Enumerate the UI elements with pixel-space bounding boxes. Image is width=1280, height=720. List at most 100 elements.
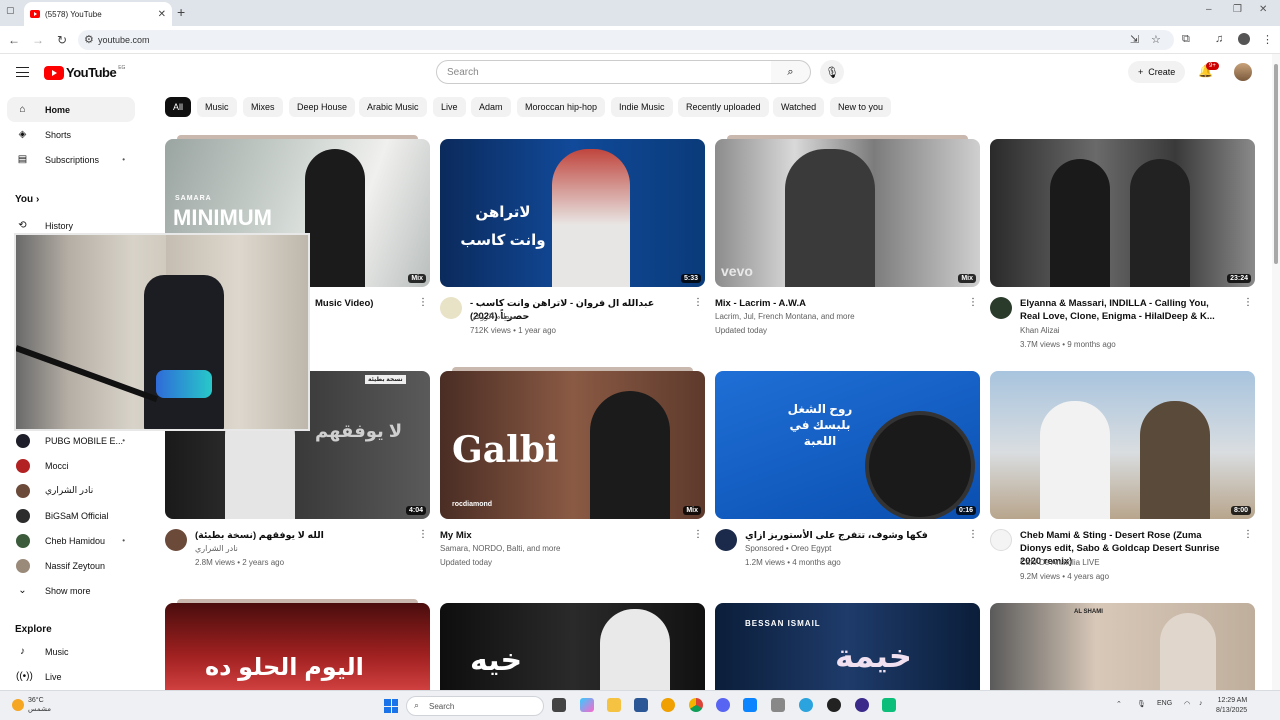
channel-avatar[interactable] [165, 529, 187, 551]
video-thumbnail[interactable]: AL SHAMI [990, 603, 1255, 690]
more-options-icon[interactable]: ⋮ [968, 297, 978, 308]
chip-watched[interactable]: Watched [773, 97, 825, 117]
more-options-icon[interactable]: ⋮ [968, 529, 978, 540]
chip-recently-uploaded[interactable]: Recently uploaded [678, 97, 769, 117]
telegram-icon[interactable] [799, 698, 813, 712]
chip-mixes[interactable]: Mixes [243, 97, 283, 117]
sidebar-sub-mocci[interactable]: Mocci [7, 453, 135, 478]
reload-icon[interactable]: ↻ [50, 33, 74, 47]
chip-music[interactable]: Music [197, 97, 237, 117]
chip-adam[interactable]: Adam [471, 97, 511, 117]
page-scrollbar[interactable] [1272, 54, 1280, 690]
video-thumbnail[interactable]: BESSAN ISMAIL خيمة [715, 603, 980, 690]
video-title[interactable]: My Mix [440, 529, 685, 542]
microphone-tray-icon[interactable]: 🎙 [1137, 700, 1146, 708]
profile-avatar[interactable] [1238, 33, 1250, 45]
chip-moroccan-hip-hop[interactable]: Moroccan hip-hop [517, 97, 606, 117]
video-thumbnail[interactable]: vevo Mix [715, 139, 980, 287]
forward-icon[interactable]: → [26, 33, 50, 47]
channel-name[interactable]: Cafe De Anatolia LIVE [1020, 557, 1100, 568]
chip-all[interactable]: All [165, 97, 192, 117]
sidebar-item-music[interactable]: ♪ Music [7, 639, 135, 664]
search-button[interactable]: ⌕ [771, 60, 811, 84]
store-icon[interactable] [634, 698, 648, 712]
voice-search-button[interactable]: 🎙 [820, 60, 844, 84]
tray-overflow-icon[interactable]: ⌃ [1116, 700, 1122, 708]
video-title[interactable]: الله لا يوفقهم (نسخة بطيئة) [195, 529, 405, 542]
sidebar-you-header[interactable]: You › [15, 194, 39, 205]
sidebar-show-more[interactable]: ⌄ Show more [7, 578, 135, 603]
channel-name[interactable]: سطام الروقي [470, 311, 516, 322]
more-options-icon[interactable]: ⋮ [418, 529, 428, 540]
language-indicator[interactable]: ENG [1157, 700, 1172, 707]
video-thumbnail[interactable]: روح الشغل بلبسك في اللعبة 0:16 [715, 371, 980, 519]
obs-icon[interactable] [827, 698, 841, 712]
video-thumbnail[interactable]: اليوم الحلو ده [165, 603, 430, 690]
video-thumbnail[interactable]: Galbi rocdiamond Mix [440, 371, 705, 519]
sidebar-item-shorts[interactable]: ◈ Shorts [7, 122, 135, 147]
video-title[interactable]: فكها وشوف، تتفرج على الأستوريز ازاي [745, 529, 955, 542]
sidebar-sub-nader[interactable]: نادر الشراري [7, 478, 135, 503]
more-options-icon[interactable]: ⋮ [693, 529, 703, 540]
create-button[interactable]: + Create [1128, 61, 1186, 83]
video-thumbnail[interactable]: 8:00 [990, 371, 1255, 519]
site-info-icon[interactable]: ⚙ [84, 33, 94, 46]
taskbar-clock[interactable]: 12:29 AM 8/13/2025 [1216, 696, 1247, 716]
wifi-icon[interactable]: ◠ [1184, 700, 1190, 708]
sidebar-sub-cheb-hamidou[interactable]: Cheb Hamidou • [7, 528, 135, 553]
close-tab-icon[interactable]: ✕ [158, 9, 166, 20]
channel-avatar[interactable] [715, 529, 737, 551]
more-options-icon[interactable]: ⋮ [418, 297, 428, 308]
chip-arabic-music[interactable]: Arabic Music [359, 97, 427, 117]
channel-avatar[interactable] [440, 297, 462, 319]
sidebar-item-subscriptions[interactable]: ▤ Subscriptions • [7, 147, 135, 172]
video-title[interactable]: Elyanna & Massari, INDILLA - Calling You… [1020, 297, 1230, 323]
bookmark-star-icon[interactable]: ☆ [1151, 33, 1161, 46]
account-avatar[interactable] [1234, 63, 1252, 81]
channel-name[interactable]: نادر الشراري [195, 543, 238, 554]
task-view-icon[interactable] [552, 698, 566, 712]
search-input[interactable]: Search [436, 60, 772, 84]
minimize-icon[interactable]: – [1206, 4, 1212, 15]
file-explorer-icon[interactable] [607, 698, 621, 712]
video-title[interactable]: Music Video) [315, 297, 415, 310]
chrome-icon[interactable] [689, 698, 703, 712]
menu-icon[interactable] [16, 67, 29, 77]
channel-avatar[interactable] [990, 529, 1012, 551]
new-tab-icon[interactable]: + [177, 4, 185, 20]
chip-new-to-you[interactable]: New to you [830, 97, 892, 117]
channel-avatar[interactable] [990, 297, 1012, 319]
sidebar-sub-nassif[interactable]: Nassif Zeytoun [7, 553, 135, 578]
windows-start-icon[interactable] [384, 699, 398, 713]
video-thumbnail[interactable]: 23:24 [990, 139, 1255, 287]
browser-tab[interactable]: (5578) YouTube ✕ [24, 2, 172, 26]
youtube-logo[interactable]: YouTube EG [44, 65, 125, 80]
video-thumbnail[interactable]: لاتراهن وانت كاسب 5:33 [440, 139, 705, 287]
channel-name[interactable]: Khan Alizai [1020, 325, 1060, 336]
sidebar-sub-pubg[interactable]: PUBG MOBILE E... • [7, 428, 135, 453]
sidebar-item-live[interactable]: ((•)) Live [7, 664, 135, 689]
address-bar[interactable]: youtube.com [78, 30, 1174, 50]
video-thumbnail[interactable]: خيه [440, 603, 705, 690]
sidebar-sub-bigsam[interactable]: BiGSaM Official [7, 503, 135, 528]
weather-widget[interactable]: 36°C مشمس [12, 696, 51, 714]
tab-list-icon[interactable]: ▢ [6, 5, 15, 16]
chip-live[interactable]: Live [433, 97, 466, 117]
media-control-icon[interactable]: ♫ [1215, 33, 1223, 45]
app-icon[interactable] [855, 698, 869, 712]
sidebar-item-home[interactable]: ⌂ Home [7, 97, 135, 122]
app-icon[interactable] [661, 698, 675, 712]
install-app-icon[interactable]: ⇲ [1130, 33, 1139, 46]
chip-deep-house[interactable]: Deep House [289, 97, 356, 117]
back-icon[interactable]: ← [2, 33, 26, 47]
app-icon[interactable] [743, 698, 757, 712]
more-options-icon[interactable]: ⋮ [1243, 297, 1253, 308]
more-options-icon[interactable]: ⋮ [693, 297, 703, 308]
video-title[interactable]: Mix - Lacrim - A.W.A [715, 297, 960, 310]
calculator-icon[interactable] [771, 698, 785, 712]
more-options-icon[interactable]: ⋮ [1243, 529, 1253, 540]
app-icon[interactable] [882, 698, 896, 712]
volume-icon[interactable]: ♪ [1199, 700, 1203, 707]
browser-menu-icon[interactable]: ⋮ [1262, 33, 1273, 46]
extensions-icon[interactable]: ⧉ [1182, 33, 1190, 46]
